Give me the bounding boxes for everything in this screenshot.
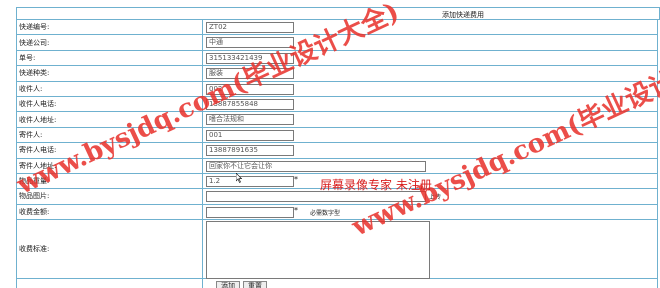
form-page: 添加快递费用 快递编号: ZT02 快递公司: 中通 单号: 315133421… [0,0,660,288]
sender-input[interactable]: 001 [206,129,294,141]
watermark-recorder: 屏幕录像专家 未注册 [320,178,432,192]
add-button[interactable]: 添加 [216,281,240,288]
reset-button[interactable]: 重置 [243,281,267,288]
actions-spacer [16,278,203,288]
form-row-recipient: 收件人: 002 [16,80,658,97]
sender-address-input[interactable]: 回家你不让它会让你 [206,160,426,172]
express-id-input[interactable]: ZT02 [206,22,294,33]
label-fee: 收费金额: [16,203,203,221]
form-row-actions: 添加 重置 [16,278,658,288]
weight-input[interactable]: 1.2 [206,175,294,187]
fee-required-mark: * [294,205,298,215]
form-row-category: 快递种类: 服装 [16,65,658,82]
mouse-cursor-icon [236,173,242,183]
fee-number-hint: 必需数字型 [310,209,341,217]
label-company: 快递公司: [16,34,203,51]
form-row-fee-standard: 收费标准: [16,219,658,280]
label-express-id: 快递编号: [16,18,203,36]
form-row-fee: 收费金额: * 必需数字型 [16,203,658,221]
fee-input[interactable] [206,206,294,218]
label-category: 快递种类: [16,65,203,82]
label-tracking-no: 单号: [16,49,203,67]
fee-standard-textarea[interactable] [206,221,430,280]
label-fee-standard: 收费标准: [16,219,203,280]
recipient-address-input[interactable]: 嗜合法规和 [206,114,294,126]
weight-required-mark: * [294,174,298,184]
sender-phone-input[interactable]: 13887891635 [206,145,294,157]
